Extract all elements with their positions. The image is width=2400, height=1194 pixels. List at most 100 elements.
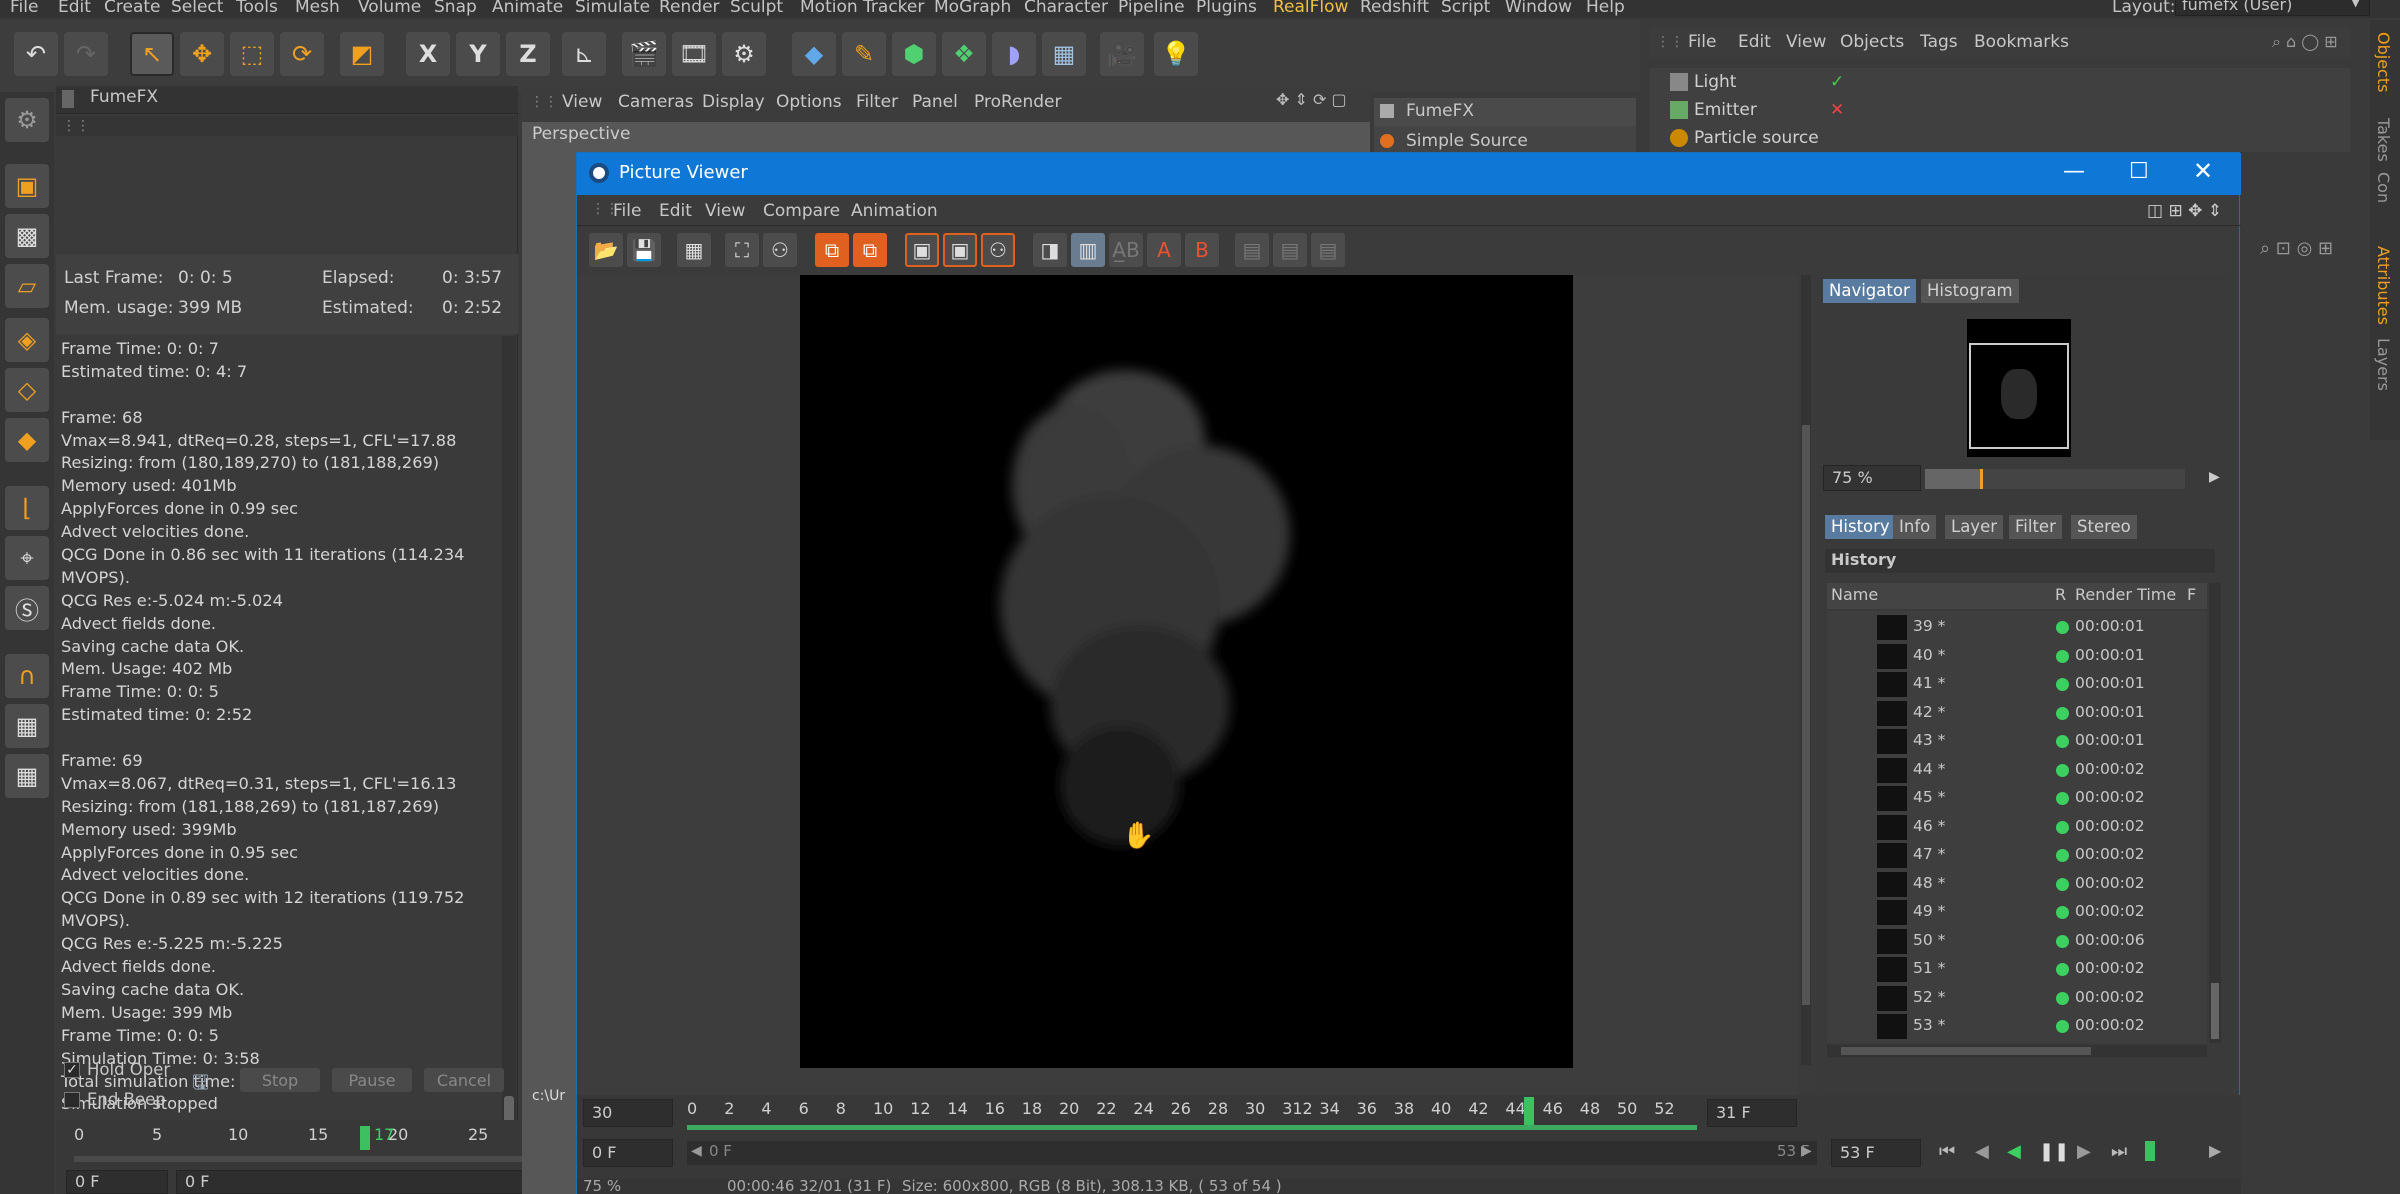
wipe-icon[interactable]: ▤ <box>1311 233 1345 267</box>
live-selection-icon[interactable]: ↖ <box>130 32 174 76</box>
history-hscrollbar-thumb[interactable] <box>1841 1047 2091 1055</box>
range-end-field[interactable]: 53 F <box>1831 1139 1921 1167</box>
pv-menu-edit[interactable]: Edit <box>659 201 692 221</box>
prev-frame-icon[interactable]: ◀ <box>1975 1141 1989 1162</box>
history-hscrollbar[interactable] <box>1827 1045 2207 1057</box>
pv-menu-file[interactable]: File <box>613 201 641 221</box>
model-mode-icon[interactable]: ▣ <box>5 164 49 208</box>
points-mode-icon[interactable]: ◈ <box>5 318 49 362</box>
move-icon[interactable]: ✥ <box>180 32 224 76</box>
side-tab-layers[interactable]: Layers <box>2374 338 2393 391</box>
last-tool-icon[interactable]: ◩ <box>340 32 384 76</box>
last-frame-icon[interactable]: ⏭ <box>2111 1141 2127 1162</box>
floor-icon[interactable]: ▦ <box>1042 32 1086 76</box>
attr-item-fumefx[interactable]: FumeFX <box>1374 98 1636 126</box>
range-left-icon[interactable]: ◀ <box>691 1143 702 1159</box>
objects-menu-view[interactable]: View <box>1786 32 1826 52</box>
menu-character[interactable]: Character <box>1024 0 1108 17</box>
pv-menu-compare[interactable]: Compare <box>763 201 840 221</box>
pause-button[interactable]: Pause <box>332 1068 412 1092</box>
make-editable-icon[interactable]: ⚙ <box>5 98 49 142</box>
pv-menu-view[interactable]: View <box>705 201 745 221</box>
render-view-icon[interactable]: 🎬 <box>622 32 666 76</box>
menu-animate[interactable]: Animate <box>492 0 563 17</box>
scale-icon[interactable]: ⬚ <box>230 32 274 76</box>
viewport-menu-filter[interactable]: Filter <box>856 92 898 112</box>
history-row[interactable]: 40 * 00:00:01 <box>1827 642 2207 671</box>
menu-snap[interactable]: Snap <box>434 0 477 17</box>
viewport-menu-display[interactable]: Display <box>702 92 765 112</box>
x-axis-icon[interactable]: X <box>406 32 450 76</box>
z-axis-icon[interactable]: Z <box>506 32 550 76</box>
objects-tools-icons[interactable]: ⌕ ⌂ ◯ ⊞ <box>2272 32 2338 52</box>
history-row[interactable]: 43 * 00:00:01 <box>1827 727 2207 756</box>
image-scrollbar[interactable] <box>1801 275 1811 1065</box>
pen-icon[interactable]: ✎ <box>842 32 886 76</box>
stop-button[interactable]: Stop <box>240 1068 320 1092</box>
log-scrollbar[interactable] <box>502 336 516 1136</box>
end-frame-field[interactable]: 31 F <box>1707 1099 1797 1127</box>
history-row[interactable]: 42 * 00:00:01 <box>1827 699 2207 728</box>
tab-filter[interactable]: Filter <box>2009 515 2062 539</box>
fps-field[interactable]: 30 <box>583 1099 673 1127</box>
polygons-mode-icon[interactable]: ◆ <box>5 418 49 462</box>
menu-window[interactable]: Window <box>1505 0 1572 17</box>
tab-info[interactable]: Info <box>1893 515 1937 539</box>
objects-menu-objects[interactable]: Objects <box>1840 32 1904 52</box>
layout-toggle-icons[interactable]: ◫ ⊞ ✥ ⇕ <box>2147 201 2222 221</box>
tab-stereo[interactable]: Stereo <box>2071 515 2137 539</box>
menu-volume[interactable]: Volume <box>358 0 421 17</box>
tab-layer[interactable]: Layer <box>1945 515 2004 539</box>
magnet-icon[interactable]: ∩ <box>5 654 49 698</box>
history-scrollbar-thumb[interactable] <box>2211 983 2219 1039</box>
pv-menu-animation[interactable]: Animation <box>851 201 938 221</box>
grid-icon[interactable]: ▦ <box>677 233 711 267</box>
grip-icon[interactable]: ⋮⋮ <box>1656 34 1684 50</box>
cancel-button[interactable]: Cancel <box>424 1068 504 1092</box>
viewport-nav-icons[interactable]: ✥ ⇕ ⟳ ▢ <box>1276 90 1347 109</box>
ab-swap-icon[interactable]: A̲B <box>1109 233 1143 267</box>
object-particle-source[interactable]: Particle source <box>1670 128 1819 148</box>
hold-oper-checkbox[interactable]: ✓ <box>64 1062 80 1078</box>
split-view-icon[interactable]: ▥ <box>1071 233 1105 267</box>
rotate-icon[interactable]: ⟳ <box>280 32 324 76</box>
cube-icon[interactable]: ◆ <box>792 32 836 76</box>
tab-histogram[interactable]: Histogram <box>1921 279 2019 303</box>
workplane-icon[interactable]: ▱ <box>5 264 49 308</box>
viewport-menu-options[interactable]: Options <box>776 92 842 112</box>
timeline-playhead[interactable] <box>360 1126 370 1150</box>
channels-icon[interactable]: ⛶ <box>725 233 759 267</box>
checkmark-icon[interactable]: ✓ <box>1830 72 1844 92</box>
options-arrow-icon[interactable]: ▶ <box>2209 1141 2221 1160</box>
end-beep-checkbox[interactable] <box>64 1092 80 1108</box>
side-tab-takes[interactable]: Takes <box>2374 118 2393 162</box>
tweak-icon[interactable]: ⌖ <box>5 536 49 580</box>
navigator-thumbnail[interactable] <box>1967 319 2071 457</box>
menu-realflow[interactable]: RealFlow <box>1273 0 1348 17</box>
compare-ab-icon[interactable]: ⚇ <box>981 233 1015 267</box>
user-icon[interactable]: ⚇ <box>763 233 797 267</box>
axis-icon[interactable]: ⌊ <box>5 486 49 530</box>
history-row[interactable]: 46 * 00:00:02 <box>1827 813 2207 842</box>
history-row[interactable]: 49 * 00:00:02 <box>1827 898 2207 927</box>
pv-playhead[interactable] <box>1524 1097 1534 1125</box>
pv-timeline-ruler[interactable]: 0 2 4 6 8 10 12 14 16 18 20 22 24 26 28 30 312 34 36 38 40 42… <box>687 1097 1697 1125</box>
camera-icon[interactable]: 🎥 <box>1100 32 1144 76</box>
menu-select[interactable]: Select <box>171 0 223 17</box>
side-tab-attributes[interactable]: Attributes <box>2374 246 2393 325</box>
close-icon[interactable]: ✕ <box>2193 157 2213 185</box>
image-scrollbar-thumb[interactable] <box>1802 425 1810 1005</box>
save-file-icon[interactable]: 💾 <box>627 233 661 267</box>
subdivision-icon[interactable]: ⬢ <box>892 32 936 76</box>
overlay-icon[interactable]: ▤ <box>1273 233 1307 267</box>
menu-simulate[interactable]: Simulate <box>575 0 650 17</box>
deformer-icon[interactable]: ◗ <box>992 32 1036 76</box>
range-start-field[interactable]: 0 F <box>583 1139 673 1167</box>
range-slider[interactable]: ◀ 0 F 53 F ▶ <box>687 1141 1817 1165</box>
edges-mode-icon[interactable]: ◇ <box>5 368 49 412</box>
col-r[interactable]: R <box>2055 585 2066 604</box>
minimize-icon[interactable]: — <box>2063 159 2085 184</box>
menu-script[interactable]: Script <box>1441 0 1490 17</box>
paste-icon[interactable]: ⧉ <box>853 233 887 267</box>
render-settings-icon[interactable]: ⚙ <box>722 32 766 76</box>
